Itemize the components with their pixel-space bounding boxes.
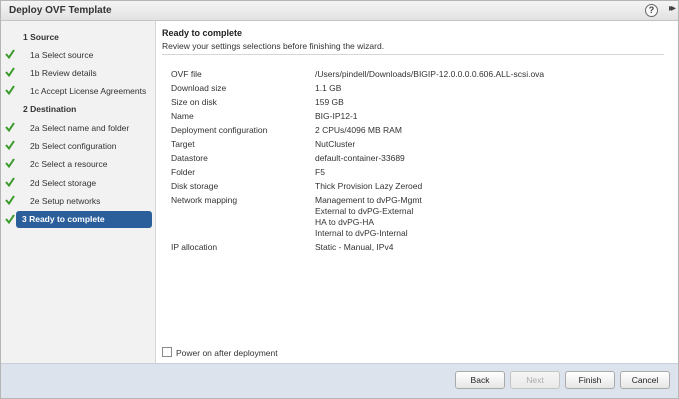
checkmark-icon [5,85,15,96]
setting-value: 1.1 GB [315,83,342,93]
step-source: 1 Source [1,29,156,46]
setting-value: Management to dvPG-Mgmt [315,195,422,205]
setting-value: External to dvPG-External [315,206,414,216]
checkmark-icon [5,140,15,151]
setting-value: BIG-IP12-1 [315,111,358,121]
step-label: 2 Destination [23,104,77,114]
step-label: 2e Setup networks [30,196,101,206]
dialog-title: Deploy OVF Template [9,5,112,16]
power-on-label[interactable]: Power on after deployment [176,348,278,358]
checkmark-icon [5,67,15,78]
setting-key: Datastore [171,153,208,163]
step-select-configuration[interactable]: 2b Select configuration [1,138,156,155]
setting-value: 2 CPUs/4096 MB RAM [315,125,402,135]
step-label: 2a Select name and folder [30,123,130,133]
setting-key: IP allocation [171,242,218,252]
cancel-button[interactable]: Cancel [620,371,670,389]
deploy-ovf-dialog: Deploy OVF Template ? ▸▸ 1 Source 1a Sel… [0,0,679,399]
step-label: 1 Source [23,32,59,42]
checkmark-icon [5,49,15,60]
finish-button[interactable]: Finish [565,371,615,389]
next-button[interactable]: Next [510,371,560,389]
step-ready-to-complete[interactable]: 3 Ready to complete [16,211,152,228]
step-review-details[interactable]: 1b Review details [1,65,156,82]
setting-value: HA to dvPG-HA [315,217,375,227]
setting-value: F5 [315,167,325,177]
page-title: Ready to complete [162,28,243,38]
setting-key: Network mapping [171,195,238,205]
divider [162,54,664,55]
setting-value: 159 GB [315,97,344,107]
step-label: 1a Select source [30,50,94,60]
setting-value: Thick Provision Lazy Zeroed [315,181,423,191]
setting-key: Name [171,111,194,121]
setting-key: Deployment configuration [171,125,268,135]
setting-value: default-container-33689 [315,153,405,163]
setting-value: NutCluster [315,139,356,149]
checkmark-icon [5,214,15,225]
setting-key: Folder [171,167,196,177]
setting-value: /Users/pindell/Downloads/BIGIP-12.0.0.0.… [315,69,545,79]
wizard-steps-sidebar: 1 Source 1a Select source 1b Review deta… [1,21,156,363]
checkmark-icon [5,177,15,188]
checkmark-icon [5,122,15,133]
title-bar: Deploy OVF Template ? ▸▸ [1,1,678,21]
checkmark-icon [5,158,15,169]
step-label: 2d Select storage [30,178,97,188]
button-bar: Back Next Finish Cancel [1,363,678,398]
checkmark-icon [5,195,15,206]
step-label: 2c Select a resource [30,159,108,169]
step-select-name-folder[interactable]: 2a Select name and folder [1,120,156,137]
setting-key: Disk storage [171,181,219,191]
step-destination: 2 Destination [1,101,156,118]
step-select-resource[interactable]: 2c Select a resource [1,156,156,173]
page-subtitle: Review your settings selections before f… [162,41,385,51]
main-panel: Ready to complete Review your settings s… [156,21,678,363]
setting-key: Download size [171,83,227,93]
step-label: 1b Review details [30,68,97,78]
setting-key: Size on disk [171,97,217,107]
step-label: 1c Accept License Agreements [30,86,147,96]
setting-key: OVF file [171,69,202,79]
setting-value: Static - Manual, IPv4 [315,242,394,252]
expand-icon[interactable]: ▸▸ [669,3,676,14]
setting-value: Internal to dvPG-Internal [315,228,408,238]
power-on-checkbox[interactable] [162,347,172,357]
step-accept-license[interactable]: 1c Accept License Agreements [1,83,156,100]
step-select-storage[interactable]: 2d Select storage [1,175,156,192]
step-select-source[interactable]: 1a Select source [1,47,156,64]
back-button[interactable]: Back [455,371,505,389]
help-icon[interactable]: ? [645,4,658,17]
step-setup-networks[interactable]: 2e Setup networks [1,193,156,210]
step-label: 2b Select configuration [30,141,117,151]
step-label: 3 Ready to complete [22,214,105,224]
setting-key: Target [171,139,195,149]
